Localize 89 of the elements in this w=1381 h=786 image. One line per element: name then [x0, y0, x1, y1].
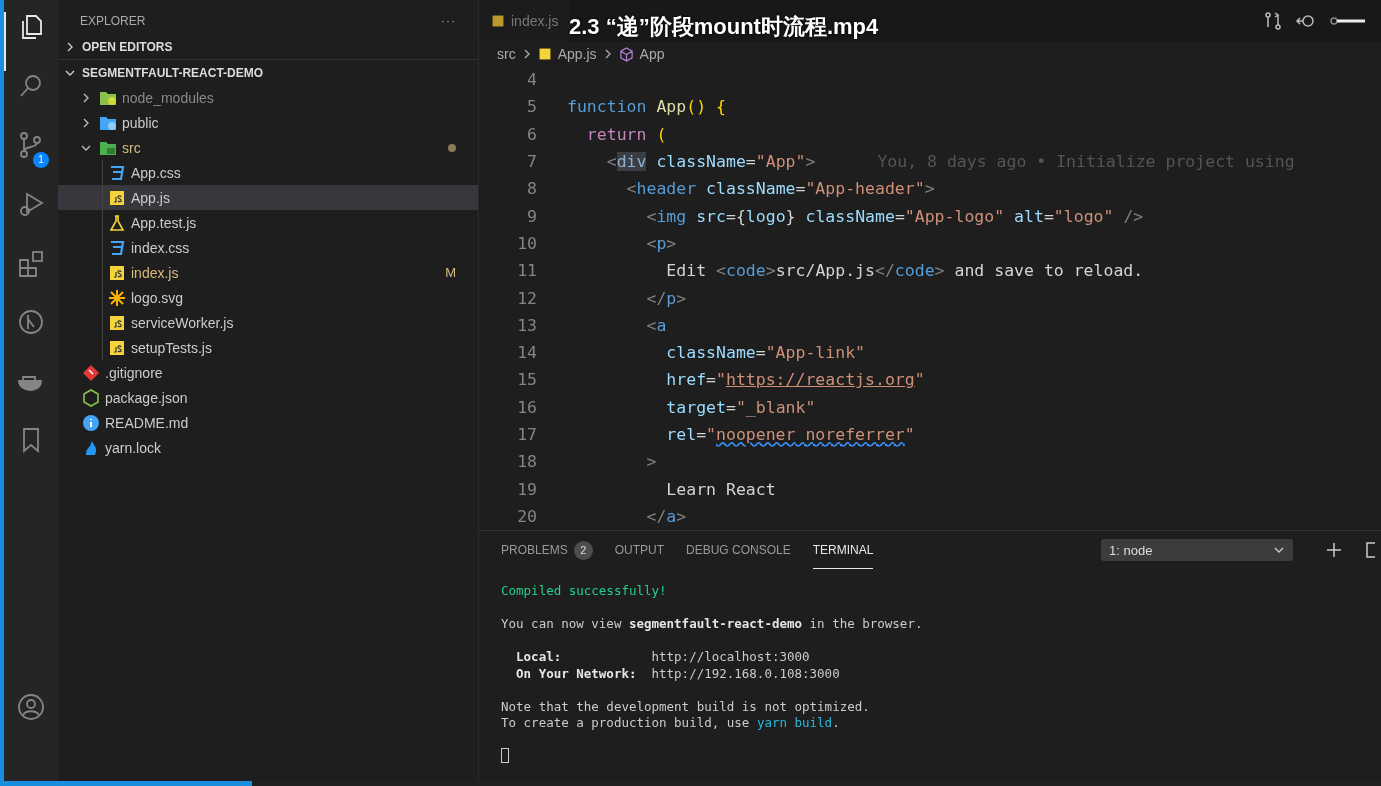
file-tree-item[interactable]: public [58, 110, 478, 135]
line-number: 10 [516, 233, 537, 253]
code-line: target="_blank" [665, 397, 816, 417]
notification-badge: 1 [33, 152, 49, 168]
section-header[interactable]: SEGMENTFAULT-REACT-DEMO [58, 59, 478, 85]
line-number: 17 [516, 425, 537, 444]
file-tree-item[interactable]: index.js M [58, 260, 478, 285]
terminal-cursor [501, 748, 509, 763]
terminal-line: To create a production build, use yarn build. [501, 715, 840, 730]
line-number: 14 [516, 343, 537, 363]
line-number: 6 [526, 124, 537, 144]
js-file-icon [108, 188, 126, 207]
account-icon[interactable] [16, 692, 46, 722]
line-number: 4 [526, 70, 537, 90]
terminal-line: On Your Network: http://192.168.0.108:3000 [515, 665, 840, 681]
panel-tab[interactable]: PROBLEMS 2 [501, 531, 593, 569]
line-number: 9 [526, 206, 537, 226]
code-line: function App() { [567, 97, 726, 117]
file-tree-item[interactable]: serviceWorker.js [58, 310, 478, 335]
panel-tab[interactable]: TERMINAL [812, 531, 874, 569]
line-number: 11 [516, 261, 537, 281]
js-file-icon [108, 338, 126, 357]
terminal-line: Compiled successfully! [501, 583, 667, 598]
line-number: 13 [516, 315, 537, 335]
file-tree-item[interactable]: package.json [58, 385, 478, 410]
code-line: rel="noopener noreferrer" [665, 425, 915, 444]
extensions-icon[interactable] [16, 248, 46, 278]
line-number: 8 [526, 179, 537, 199]
code-line: href="https://reactjs.org" [665, 370, 925, 390]
js-file-icon [108, 313, 126, 332]
file-tree-item[interactable]: logo.svg [58, 285, 478, 310]
line-number: 7 [526, 152, 537, 172]
css-file-icon [108, 163, 126, 182]
code-line: </a> [645, 506, 687, 526]
code-line: Edit <code>src/App.js</code> and save to reload. [665, 261, 1144, 281]
code-line: className="App-link" [665, 343, 866, 363]
css-file-icon [108, 238, 126, 257]
line-number: 18 [516, 452, 537, 472]
file-tree-item[interactable]: .gitignore [58, 360, 478, 385]
line-number: 15 [516, 370, 537, 390]
code-line: <p> [645, 233, 677, 253]
breadcrumb-item[interactable]: src [497, 46, 516, 62]
line-number: 12 [516, 288, 537, 308]
explorer-title: EXPLORER [80, 14, 146, 28]
code-line: Learn React [665, 479, 776, 499]
file-tree-item[interactable]: App.js [58, 185, 478, 210]
file-tree-item[interactable]: yarn.lock [58, 435, 478, 460]
panel-tab[interactable]: OUTPUT [614, 531, 665, 569]
add-icon[interactable] [1325, 541, 1343, 559]
file-tree-item[interactable]: index.css [58, 235, 478, 260]
panel-tab[interactable]: DEBUG CONSOLE [686, 531, 791, 569]
code-line: > [645, 452, 657, 472]
js-file-icon [108, 263, 126, 282]
code-line: <header className="App-header"> [625, 179, 935, 199]
terminal-line: Local: http://localhost:3000 [515, 649, 810, 664]
line-number: 20 [516, 506, 537, 526]
js-file-icon [491, 14, 505, 28]
line-number: 19 [516, 479, 537, 499]
breadcrumb-item[interactable]: App [639, 46, 665, 62]
more-actions-button[interactable]: ··· [441, 14, 456, 28]
video-title-overlay: 2.3 “递”阶段mount时流程.mp4 [569, 13, 879, 41]
cube-icon [618, 46, 634, 62]
compare-changes-icon[interactable] [1263, 11, 1283, 31]
file-tree-item[interactable]: node_modules [58, 85, 478, 110]
code-line: </p> [645, 288, 687, 308]
file-tree-item[interactable]: App.test.js [58, 210, 478, 235]
terminal-line: You can now view segmentfault-react-demo in the browser. [501, 616, 923, 631]
info-icon [82, 413, 100, 432]
flask-icon [108, 213, 126, 232]
sun-icon [108, 288, 126, 307]
code-line: <a [645, 315, 667, 335]
split-icon[interactable] [1365, 541, 1375, 559]
line-number: 16 [516, 397, 537, 417]
section-header[interactable]: OPEN EDITORS [58, 34, 478, 59]
git-diamond-icon [82, 363, 100, 382]
file-tree-item[interactable]: setupTests.js [58, 335, 478, 360]
js-file-icon [537, 47, 552, 61]
file-tree-item[interactable]: README.md [58, 410, 478, 435]
code-line: return ( [585, 124, 667, 144]
line-number: 5 [526, 97, 537, 117]
json-file-icon [82, 388, 100, 407]
terminal-line: Note that the development build is not optimized. [501, 698, 870, 714]
code-line: <div className="App"> [605, 152, 816, 172]
git-graph-icon[interactable] [16, 307, 46, 337]
terminal-select[interactable]: 1: node [1101, 539, 1293, 561]
file-tree-item[interactable]: src [58, 135, 478, 160]
breadcrumb-item[interactable]: App.js [557, 46, 597, 62]
git-status-letter: M [445, 265, 456, 280]
code-line: <img src={logo} className="App-logo" alt="logo" /> [645, 206, 1144, 226]
